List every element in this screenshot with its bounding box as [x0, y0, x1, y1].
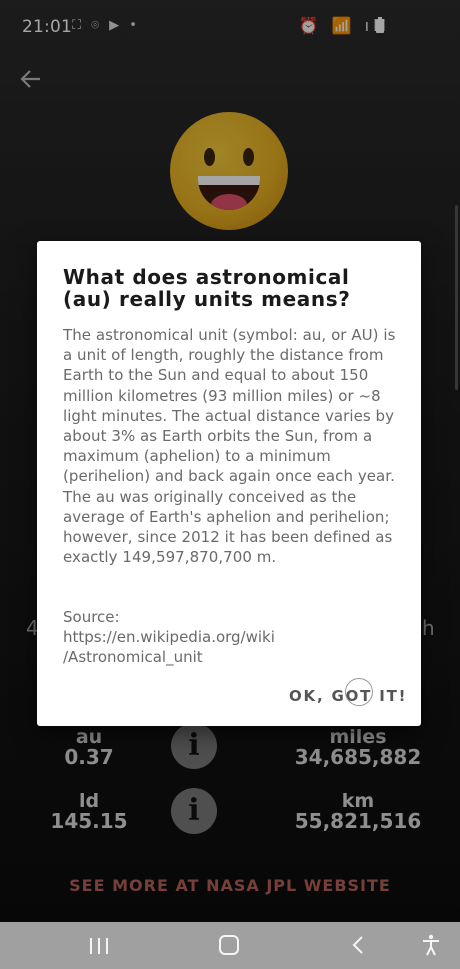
dialog-title: What does astronomical (au) really units… — [63, 265, 351, 311]
source-url-line1[interactable]: https://en.wikipedia.org/wiki — [63, 627, 403, 647]
dialog-body: The astronomical unit (symbol: au, or AU… — [63, 326, 396, 567]
touch-ripple — [345, 678, 373, 706]
recent-apps-icon[interactable] — [88, 938, 110, 954]
back-icon[interactable] — [348, 934, 370, 956]
info-dialog: What does astronomical (au) really units… — [37, 241, 421, 726]
dialog-source: Source: https://en.wikipedia.org/wiki /A… — [63, 607, 403, 668]
accessibility-icon[interactable] — [420, 934, 442, 956]
home-icon[interactable] — [219, 935, 239, 955]
source-url-line2[interactable]: /Astronomical_unit — [63, 647, 403, 667]
source-label: Source: — [63, 608, 120, 626]
system-nav-bar — [0, 922, 460, 969]
